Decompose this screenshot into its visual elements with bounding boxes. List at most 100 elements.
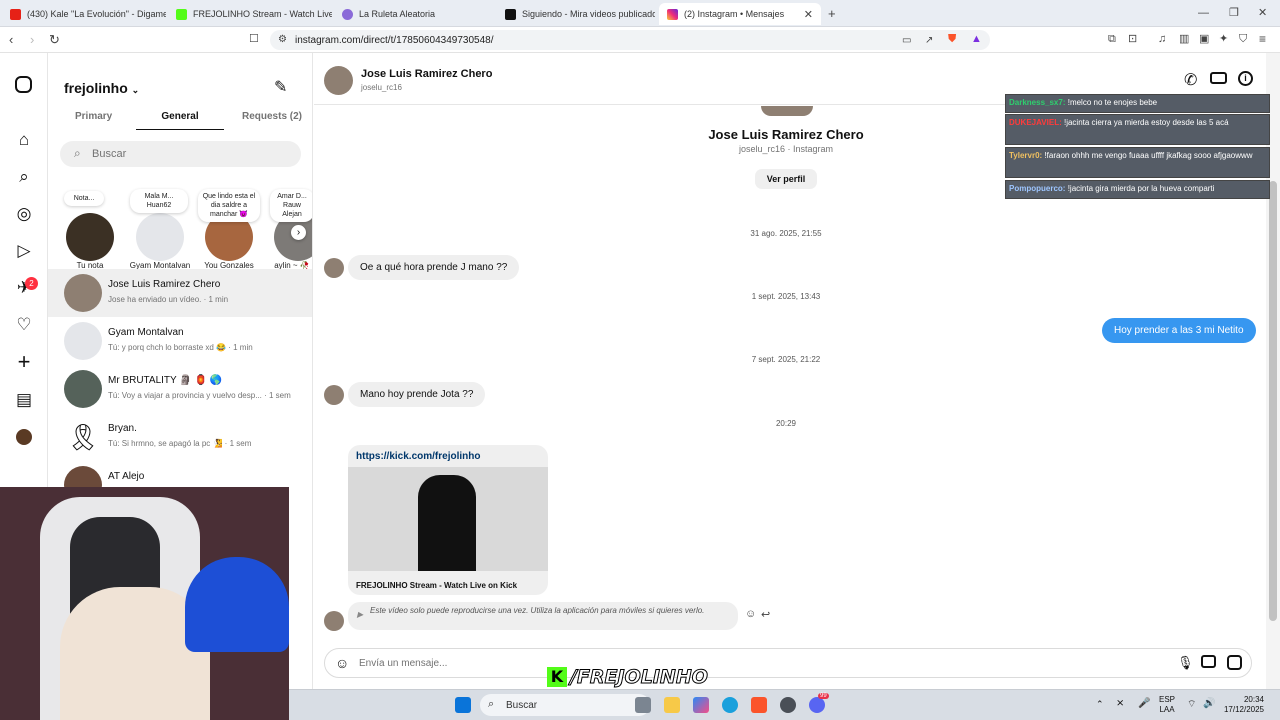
forward-icon[interactable]: ›: [30, 33, 34, 46]
home-icon[interactable]: ⌂: [14, 130, 34, 150]
network-off-icon[interactable]: ⨯: [1116, 698, 1124, 709]
close-tab-icon[interactable]: ✕: [804, 8, 813, 21]
tray-expand-icon[interactable]: ⌃: [1096, 699, 1104, 710]
thread-item[interactable]: Jose Luis Ramirez Chero Jose ha enviado …: [48, 269, 312, 317]
profile-avatar[interactable]: [16, 429, 32, 445]
notifications-heart-icon[interactable]: ♡: [14, 315, 34, 335]
url-field[interactable]: ⚙ instagram.com/direct/t/178506043497305…: [270, 30, 990, 50]
youtube-icon: [10, 8, 21, 20]
message-incoming[interactable]: Oe a qué hora prende J mano ??: [348, 255, 520, 280]
thread-name: AT Alejo: [108, 471, 145, 482]
music-icon[interactable]: ♫: [1158, 33, 1166, 46]
link-preview-image[interactable]: [348, 467, 548, 571]
note-avatar[interactable]: [136, 213, 184, 261]
chat-header-avatar[interactable]: [324, 66, 353, 95]
reload-icon[interactable]: ↻: [49, 33, 60, 46]
message-outgoing[interactable]: Hoy prender a las 3 mi Netito: [1102, 318, 1256, 343]
task-view-icon[interactable]: [635, 697, 651, 713]
tiktok-icon: [505, 8, 516, 20]
sticker-icon[interactable]: [1227, 655, 1242, 670]
brave-icon[interactable]: [751, 697, 767, 713]
obs-icon[interactable]: [780, 697, 796, 713]
close-window-icon[interactable]: ✕: [1258, 7, 1267, 20]
phone-call-icon[interactable]: ✆: [1184, 70, 1197, 90]
chevron-right-icon[interactable]: ›: [291, 225, 306, 240]
new-tab-icon[interactable]: +: [828, 7, 836, 20]
account-switcher[interactable]: frejolinho ⌄: [64, 80, 139, 96]
link-preview-card[interactable]: https://kick.com/frejolinho FREJOLINHO S…: [348, 445, 548, 595]
browser-tab[interactable]: La Ruleta Aleatoria: [334, 3, 498, 25]
tab-title: (2) Instagram • Mensajes: [684, 9, 785, 19]
webcam-overlay: [0, 487, 289, 720]
link-url[interactable]: https://kick.com/frejolinho: [356, 451, 480, 462]
wifi-icon[interactable]: ⌔: [1187, 698, 1196, 711]
browser-tab[interactable]: Siguiendo - Mira videos publicados p: [497, 3, 655, 25]
menu-icon[interactable]: ≡: [1259, 33, 1266, 46]
language-indicator[interactable]: ESP LAA: [1159, 695, 1175, 715]
search-icon[interactable]: ⌕: [14, 167, 34, 187]
account-username: frejolinho: [64, 80, 128, 96]
emoji-icon[interactable]: ☺: [335, 655, 349, 671]
thread-item[interactable]: Gyam Montalvan Tú: y porq chch lo borras…: [48, 317, 312, 365]
microphone-icon[interactable]: 🎙: [1177, 655, 1194, 671]
view-profile-button[interactable]: Ver perfil: [755, 169, 817, 189]
file-explorer-icon[interactable]: [664, 697, 680, 713]
video-call-icon[interactable]: [1210, 72, 1227, 84]
react-emoji-icon[interactable]: ☺: [745, 608, 756, 620]
browser-tab[interactable]: FREJOLINHO Stream - Watch Live on: [168, 3, 332, 25]
discord-icon[interactable]: [809, 697, 825, 713]
info-icon[interactable]: i: [1238, 71, 1253, 86]
leo-ai-icon[interactable]: ✦: [1219, 33, 1228, 46]
maximize-icon[interactable]: ❐: [1229, 7, 1239, 20]
create-icon[interactable]: +: [14, 351, 34, 373]
tab-primary[interactable]: Primary: [75, 111, 112, 122]
tab-general[interactable]: General: [136, 111, 224, 130]
screenshot-icon[interactable]: ⊡: [1128, 33, 1137, 46]
instagram-logo-icon[interactable]: [15, 76, 32, 93]
timestamp: 1 sept. 2025, 13:43: [751, 292, 821, 301]
scrollbar-thumb[interactable]: [1269, 181, 1277, 621]
tab-requests[interactable]: Requests (2): [242, 111, 302, 122]
timestamp: 20:29: [775, 419, 797, 428]
back-icon[interactable]: ‹: [9, 33, 13, 46]
minimize-icon[interactable]: —: [1198, 7, 1209, 20]
note-avatar[interactable]: [66, 213, 114, 261]
browser-tab[interactable]: (430) Kale "La Evolución" - Digame U: [2, 3, 166, 25]
message-incoming[interactable]: Mano hoy prende Jota ??: [348, 382, 486, 407]
microphone-icon[interactable]: 🎤: [1138, 698, 1150, 709]
dashboard-icon[interactable]: ▤: [14, 390, 34, 410]
brave-rewards-icon[interactable]: ▲: [971, 33, 982, 46]
extensions-icon[interactable]: ⧉: [1108, 33, 1116, 46]
share-icon[interactable]: ↗: [925, 34, 933, 47]
copilot-icon[interactable]: [693, 697, 709, 713]
clock[interactable]: 20:34 17/12/2025: [1222, 695, 1264, 715]
search-input[interactable]: ⌕ Buscar: [60, 141, 301, 167]
thread-item[interactable]: Mr BRUTALITY 🗿 🏮 🌎 Tú: Voy a viajar a pr…: [48, 365, 312, 413]
reply-icon[interactable]: ↩: [761, 608, 770, 621]
taskbar-search[interactable]: ⌕ Buscar: [480, 694, 650, 716]
wallet-icon[interactable]: ▣: [1199, 33, 1209, 46]
note-bubble[interactable]: Mala M... Huan62: [130, 189, 188, 213]
image-upload-icon[interactable]: [1201, 655, 1216, 668]
tab-title: Siguiendo - Mira videos publicados p: [522, 9, 655, 19]
tab-title: FREJOLINHO Stream - Watch Live on: [193, 9, 332, 19]
reels-icon[interactable]: ▷: [14, 241, 34, 261]
note-bubble[interactable]: Amar D... Rauw Alejan: [270, 189, 312, 222]
windows-start-icon[interactable]: [455, 697, 471, 713]
thread-item[interactable]: 🎗 Bryan. Tú: Si hrmno, se apagó la pc 🧏 …: [48, 413, 312, 461]
chat-header-name[interactable]: Jose Luis Ramirez Chero: [361, 68, 492, 80]
site-settings-icon[interactable]: ⚙: [278, 33, 287, 46]
explore-icon[interactable]: ◎: [14, 204, 34, 224]
message-input[interactable]: ☺ Envía un mensaje... 🎙: [324, 648, 1252, 678]
browser-tab-active[interactable]: (2) Instagram • Mensajes ✕: [659, 3, 821, 25]
edge-icon[interactable]: [722, 697, 738, 713]
note-bubble[interactable]: Nota...: [64, 191, 104, 206]
cast-icon[interactable]: ▭: [902, 34, 911, 47]
note-bubble[interactable]: Que lindo esta el dia saldre a manchar 😈: [198, 189, 260, 222]
new-message-icon[interactable]: ✎: [274, 77, 287, 97]
volume-icon[interactable]: 🔊: [1203, 698, 1215, 709]
sidebar-icon[interactable]: ▥: [1179, 33, 1189, 46]
vpn-icon[interactable]: ⛉: [1239, 33, 1247, 46]
bookmark-icon[interactable]: ☐: [249, 33, 259, 46]
brave-shield-icon[interactable]: ⛊: [948, 33, 956, 46]
